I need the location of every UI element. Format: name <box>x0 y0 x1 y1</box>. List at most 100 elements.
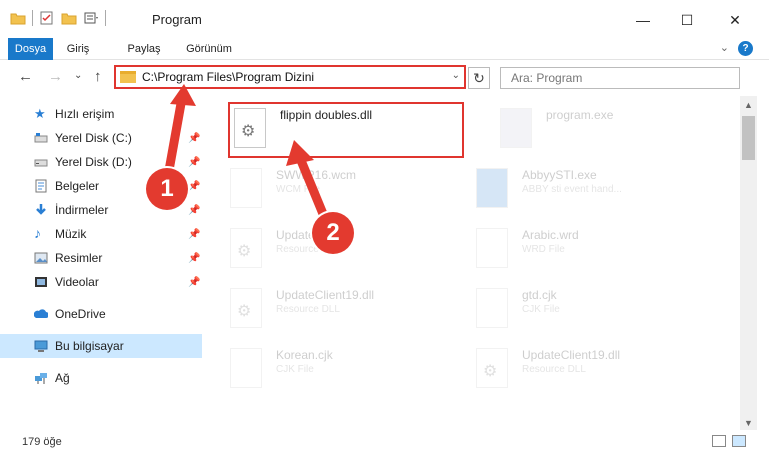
file-type: CJK File <box>276 364 314 375</box>
window-title: Program <box>152 12 202 27</box>
list-item[interactable]: AbbyySTI.exe ABBY sti event hand... <box>450 162 690 214</box>
pin-icon[interactable]: 📌 <box>188 277 200 288</box>
file-name: gtd.cjk <box>522 288 557 302</box>
file-type: ABBY sti event hand... <box>522 184 622 195</box>
properties-icon[interactable] <box>39 10 55 26</box>
pin-icon[interactable]: 📌 <box>188 205 200 216</box>
sidebar-item-label: Müzik <box>55 227 87 241</box>
address-dropdown-icon[interactable]: ⌄ <box>452 70 460 81</box>
download-icon <box>36 204 46 215</box>
scrollbar-thumb[interactable] <box>742 116 755 160</box>
exe-icon <box>500 108 532 148</box>
details-view-icon[interactable] <box>712 435 726 447</box>
pin-icon[interactable]: 📌 <box>188 253 200 264</box>
sidebar-item-onedrive[interactable]: OneDrive <box>0 302 202 326</box>
new-folder-icon[interactable] <box>61 10 77 26</box>
pin-icon[interactable]: 📌 <box>188 229 200 240</box>
file-icon <box>230 348 262 388</box>
drive-icon <box>34 133 48 143</box>
file-name: AbbyySTI.exe <box>522 168 597 182</box>
file-icon <box>476 288 508 328</box>
file-name: program.exe <box>546 108 614 122</box>
network-icon <box>35 373 47 384</box>
sidebar-item-pictures[interactable]: Resimler 📌 <box>0 246 202 270</box>
dll-icon: ⚙ <box>230 228 262 268</box>
address-path[interactable]: C:\Program Files\Program Dizini <box>142 70 314 84</box>
file-name: SWWP16.wcm <box>276 168 357 182</box>
documents-icon <box>35 179 47 193</box>
back-button[interactable]: ← <box>18 68 33 85</box>
pin-icon[interactable]: 📌 <box>188 181 200 192</box>
star-icon: ★ <box>34 106 46 121</box>
sidebar-item-label: Hızlı erişim <box>55 107 115 121</box>
sidebar-item-label: Yerel Disk (C:) <box>55 131 132 145</box>
item-count: 179 öğe <box>22 436 62 448</box>
toolbar-separator <box>105 10 106 26</box>
file-name: Arabic.wrd <box>522 228 579 242</box>
sidebar-item-network[interactable]: Ağ <box>0 366 202 390</box>
file-type: Resource DLL <box>276 304 340 315</box>
close-button[interactable]: ✕ <box>712 6 758 34</box>
sidebar-item-music[interactable]: ♪ Müzik 📌 <box>0 222 202 246</box>
list-item[interactable]: SWWP16.wcm WCM File <box>204 162 444 214</box>
file-type: WRD File <box>522 244 565 255</box>
tab-paylas[interactable]: Paylaş <box>116 38 172 60</box>
file-icon <box>476 228 508 268</box>
tab-gorunum[interactable]: Görünüm <box>178 38 240 60</box>
sidebar-item-this-pc[interactable]: Bu bilgisayar <box>0 334 202 358</box>
drive-icon <box>34 159 48 167</box>
title-bar: Program — ☐ ✕ <box>0 0 769 38</box>
refresh-button[interactable]: ↻ <box>468 67 490 89</box>
sidebar-item-label: Bu bilgisayar <box>55 339 124 353</box>
tab-giris[interactable]: Giriş <box>58 38 98 60</box>
sidebar-item-quick-access[interactable]: ★ Hızlı erişim <box>0 102 202 126</box>
forward-button[interactable]: → <box>48 68 63 85</box>
sidebar-item-label: Ağ <box>55 371 70 385</box>
search-input[interactable]: Ara: Program <box>500 67 740 89</box>
list-item[interactable]: ⚙ UpdateClient19.dll Resource DLL <box>450 342 690 394</box>
videos-icon <box>35 277 47 287</box>
sidebar-item-label: Videolar <box>55 275 99 289</box>
maximize-button[interactable]: ☐ <box>664 6 710 34</box>
recent-locations-button[interactable]: ⌄ <box>74 70 82 81</box>
scroll-up-icon[interactable]: ▲ <box>744 100 753 110</box>
toolbar-separator <box>32 10 33 26</box>
sidebar-item-label: İndirmeler <box>55 203 109 217</box>
pictures-icon <box>34 252 48 264</box>
dll-highlight-frame <box>228 102 464 158</box>
folder-icon <box>120 71 136 83</box>
vertical-scrollbar[interactable]: ▲ ▼ <box>740 96 757 430</box>
list-item[interactable]: Korean.cjk CJK File <box>204 342 444 394</box>
step-badge-1: 1 <box>146 168 188 210</box>
large-icons-view-icon[interactable] <box>732 435 746 447</box>
list-item[interactable]: Arabic.wrd WRD File <box>450 222 690 274</box>
file-name: Korean.cjk <box>276 348 333 362</box>
quick-access-toolbar <box>10 10 106 26</box>
dll-icon: ⚙ <box>230 288 262 328</box>
help-icon[interactable]: ? <box>738 41 753 56</box>
minimize-button[interactable]: — <box>620 6 666 34</box>
dll-icon: ⚙ <box>476 348 508 388</box>
status-bar: 179 öğe <box>0 430 769 454</box>
address-bar[interactable]: C:\Program Files\Program Dizini ⌄ <box>114 65 466 89</box>
exe-icon <box>476 168 508 208</box>
file-name: UpdateClient19.dll <box>276 288 375 302</box>
list-item[interactable]: ⚙ UpdateClient19.dll Resource DLL <box>204 282 444 334</box>
music-icon: ♪ <box>34 225 41 241</box>
list-item[interactable]: gtd.cjk CJK File <box>450 282 690 334</box>
file-type: WCM File <box>276 184 320 195</box>
customize-toolbar-icon[interactable] <box>83 10 99 26</box>
sidebar-item-disk-c[interactable]: Yerel Disk (C:) 📌 <box>0 126 202 150</box>
sidebar-item-label: Resimler <box>55 251 103 265</box>
list-item[interactable]: program.exe <box>474 102 714 154</box>
sidebar-item-label: Belgeler <box>55 179 100 193</box>
file-type: Resource DLL <box>522 364 586 375</box>
sidebar-item-videos[interactable]: Videolar 📌 <box>0 270 202 294</box>
up-button[interactable]: ↑ <box>94 68 102 85</box>
ribbon-expand-icon[interactable]: ⌄ <box>720 41 729 54</box>
pin-icon[interactable]: 📌 <box>188 157 200 168</box>
navigation-pane: ★ Hızlı erişim Yerel Disk (C:) 📌 Yerel D… <box>0 96 204 430</box>
scroll-down-icon[interactable]: ▼ <box>744 418 753 428</box>
pin-icon[interactable]: 📌 <box>188 133 200 144</box>
folder-icon <box>10 13 26 25</box>
